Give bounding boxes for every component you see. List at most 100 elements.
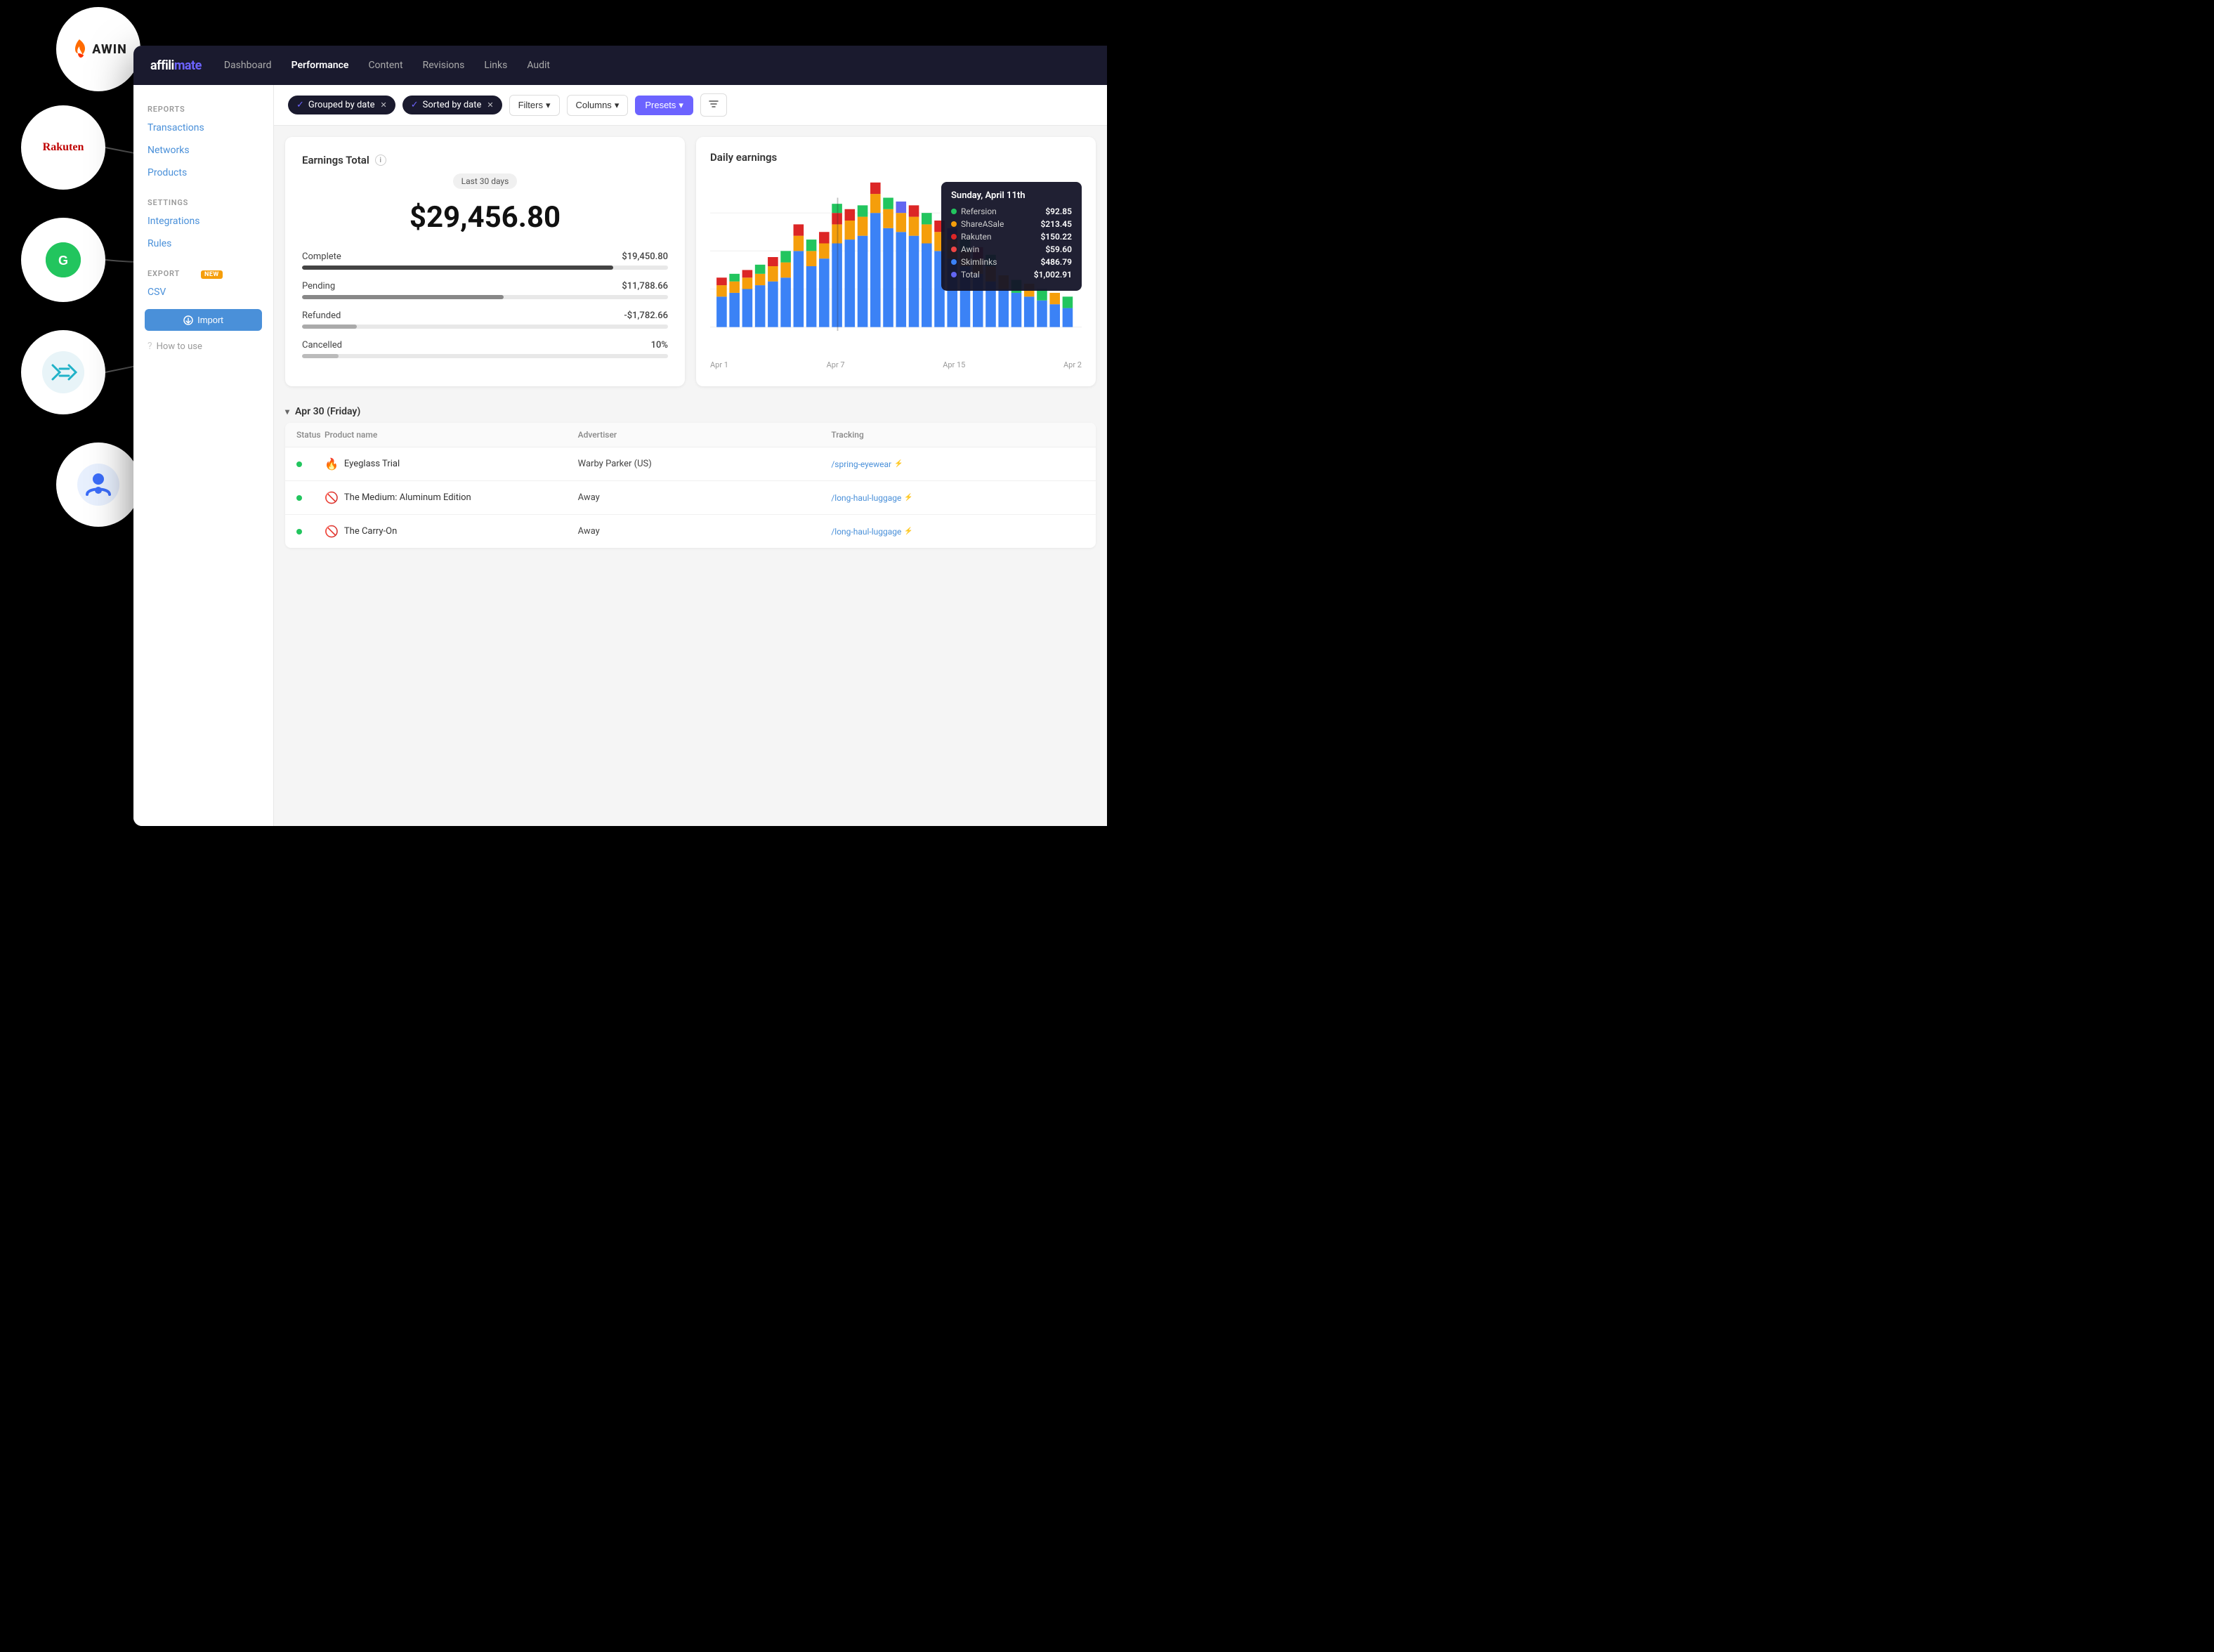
chevron-down-icon: ▾	[285, 407, 289, 417]
tracking-cell-2[interactable]: /long-haul-luggage ⚡	[831, 493, 1085, 503]
pending-progress-bg	[302, 295, 668, 299]
product-flame-icon: 🔥	[325, 457, 339, 471]
date-group-header[interactable]: ▾ Apr 30 (Friday)	[285, 398, 1096, 423]
sidebar-item-csv[interactable]: CSV	[133, 281, 273, 303]
export-new-badge: NEW	[201, 270, 223, 279]
status-cell-2	[296, 495, 325, 501]
tooltip-row-awin: Awin $59.60	[951, 244, 1072, 254]
main-layout: REPORTS Transactions Networks Products S…	[133, 85, 1107, 826]
gj-icon: G	[46, 242, 81, 277]
nav-link-links[interactable]: Links	[484, 60, 507, 71]
x-label-apr7: Apr 7	[827, 360, 845, 369]
total-value: $1,002.91	[1034, 270, 1072, 280]
chart-title: Daily earnings	[710, 151, 1082, 164]
col-status: Status	[296, 430, 325, 440]
sidebar-item-integrations[interactable]: Integrations	[133, 210, 273, 232]
chevron-down-icon: ▾	[546, 100, 551, 111]
nav-link-performance[interactable]: Performance	[292, 60, 349, 71]
shareasale-value: $213.45	[1040, 219, 1072, 229]
chip1-close-icon[interactable]: ✕	[381, 100, 387, 110]
tracking-link-1: /spring-eyewear	[831, 459, 891, 469]
columns-button[interactable]: Columns ▾	[567, 95, 629, 116]
product-cell-3: 🚫 The Carry-On	[325, 525, 578, 538]
presets-chevron-icon: ▾	[679, 100, 683, 111]
x-label-apr15: Apr 15	[943, 360, 965, 369]
table-row[interactable]: 🔥 Eyeglass Trial Warby Parker (US) /spri…	[285, 447, 1096, 481]
app-window: affilimate Dashboard Performance Content…	[133, 46, 1107, 826]
adjust-columns-button[interactable]	[700, 93, 727, 117]
refunded-progress-bg	[302, 324, 668, 329]
filters-button[interactable]: Filters ▾	[509, 95, 560, 116]
awin-value: $59.60	[1045, 244, 1072, 254]
tooltip-row-shareasale: ShareASale $213.45	[951, 219, 1072, 229]
two-column-section: Earnings Total i Last 30 days $29,456.80…	[274, 126, 1107, 398]
earnings-row-pending: Pending $11,788.66	[302, 281, 668, 299]
sidebar-item-products[interactable]: Products	[133, 162, 273, 184]
product-name-3: The Carry-On	[344, 526, 397, 537]
shareasale-dot	[951, 221, 957, 227]
sidebar-item-rules[interactable]: Rules	[133, 232, 273, 255]
rakuten-label: Rakuten	[961, 232, 1036, 242]
chart-x-labels: Apr 1 Apr 7 Apr 15 Apr 2	[710, 358, 1082, 369]
advertiser-2: Away	[578, 492, 832, 503]
refersion-label: Refersion	[961, 206, 1041, 216]
refunded-progress-fill	[302, 324, 357, 329]
x-label-apr2x: Apr 2	[1063, 360, 1082, 369]
sidebar-item-networks[interactable]: Networks	[133, 139, 273, 162]
nav-link-revisions[interactable]: Revisions	[423, 60, 465, 71]
import-button[interactable]: Import	[145, 309, 262, 331]
daily-earnings-card: Daily earnings	[696, 137, 1096, 386]
table-row[interactable]: 🚫 The Carry-On Away /long-haul-luggage ⚡	[285, 515, 1096, 548]
rakuten-label: Rakuten	[43, 141, 84, 154]
x-label-apr1: Apr 1	[710, 360, 728, 369]
col-product: Product name	[325, 430, 578, 440]
sidebar-section-reports: REPORTS	[133, 99, 273, 117]
import-icon	[183, 315, 193, 325]
earnings-row-cancelled-header: Cancelled 10%	[302, 340, 668, 350]
brand-rakuten: Rakuten	[21, 105, 105, 190]
cancelled-amount: 10%	[651, 340, 668, 350]
chip2-close-icon[interactable]: ✕	[487, 100, 493, 110]
filter-bar: ✓ Grouped by date ✕ ✓ Sorted by date ✕ F…	[274, 85, 1107, 126]
date-range-badge: Last 30 days	[453, 173, 518, 189]
complete-progress-fill	[302, 266, 613, 270]
data-section: ▾ Apr 30 (Friday) Status Product name Ad…	[274, 398, 1107, 559]
product-block-icon-3: 🚫	[325, 525, 339, 538]
product-name-2: The Medium: Aluminum Edition	[344, 492, 471, 503]
check-icon-1: ✓	[296, 100, 304, 110]
shareasale-label: ShareASale	[961, 219, 1036, 229]
nav-link-audit[interactable]: Audit	[527, 60, 550, 71]
nav-link-dashboard[interactable]: Dashboard	[224, 60, 272, 71]
tracking-cell-3[interactable]: /long-haul-luggage ⚡	[831, 527, 1085, 537]
nav-link-content[interactable]: Content	[368, 60, 402, 71]
pending-label: Pending	[302, 281, 335, 291]
sidebar-section-export: EXPORT	[133, 263, 194, 281]
table-row[interactable]: 🚫 The Medium: Aluminum Edition Away /lon…	[285, 481, 1096, 515]
col-advertiser: Advertiser	[578, 430, 832, 440]
presets-button[interactable]: Presets ▾	[635, 96, 693, 115]
how-to-use-link[interactable]: ? How to use	[133, 336, 273, 356]
sidebar-section-settings: SETTINGS	[133, 192, 273, 210]
nav-links: Dashboard Performance Content Revisions …	[224, 60, 550, 71]
sidebar-item-transactions[interactable]: Transactions	[133, 117, 273, 139]
chip-sorted-by-date[interactable]: ✓ Sorted by date ✕	[402, 96, 502, 114]
sidebar-export-section: EXPORT NEW	[133, 263, 273, 281]
col-tracking: Tracking	[831, 430, 1085, 440]
complete-amount: $19,450.80	[622, 251, 668, 262]
chip-grouped-by-date[interactable]: ✓ Grouped by date ✕	[288, 96, 395, 114]
product-name-1: Eyeglass Trial	[344, 459, 400, 469]
tracking-cell-1[interactable]: /spring-eyewear ⚡	[831, 459, 1085, 469]
advertiser-3: Away	[578, 526, 832, 537]
columns-label: Columns	[576, 100, 612, 110]
flash-icon-1: ⚡	[894, 460, 903, 468]
cancelled-progress-bg	[302, 354, 668, 358]
check-icon-2: ✓	[411, 100, 419, 110]
ff-icon	[42, 351, 84, 393]
earnings-row-cancelled: Cancelled 10%	[302, 340, 668, 358]
product-cell-2: 🚫 The Medium: Aluminum Edition	[325, 491, 578, 504]
pending-progress-fill	[302, 295, 504, 299]
product-block-icon-2: 🚫	[325, 491, 339, 504]
info-icon[interactable]: i	[375, 155, 386, 166]
tooltip-row-total: Total $1,002.91	[951, 270, 1072, 280]
tooltip-row-refersion: Refersion $92.85	[951, 206, 1072, 216]
